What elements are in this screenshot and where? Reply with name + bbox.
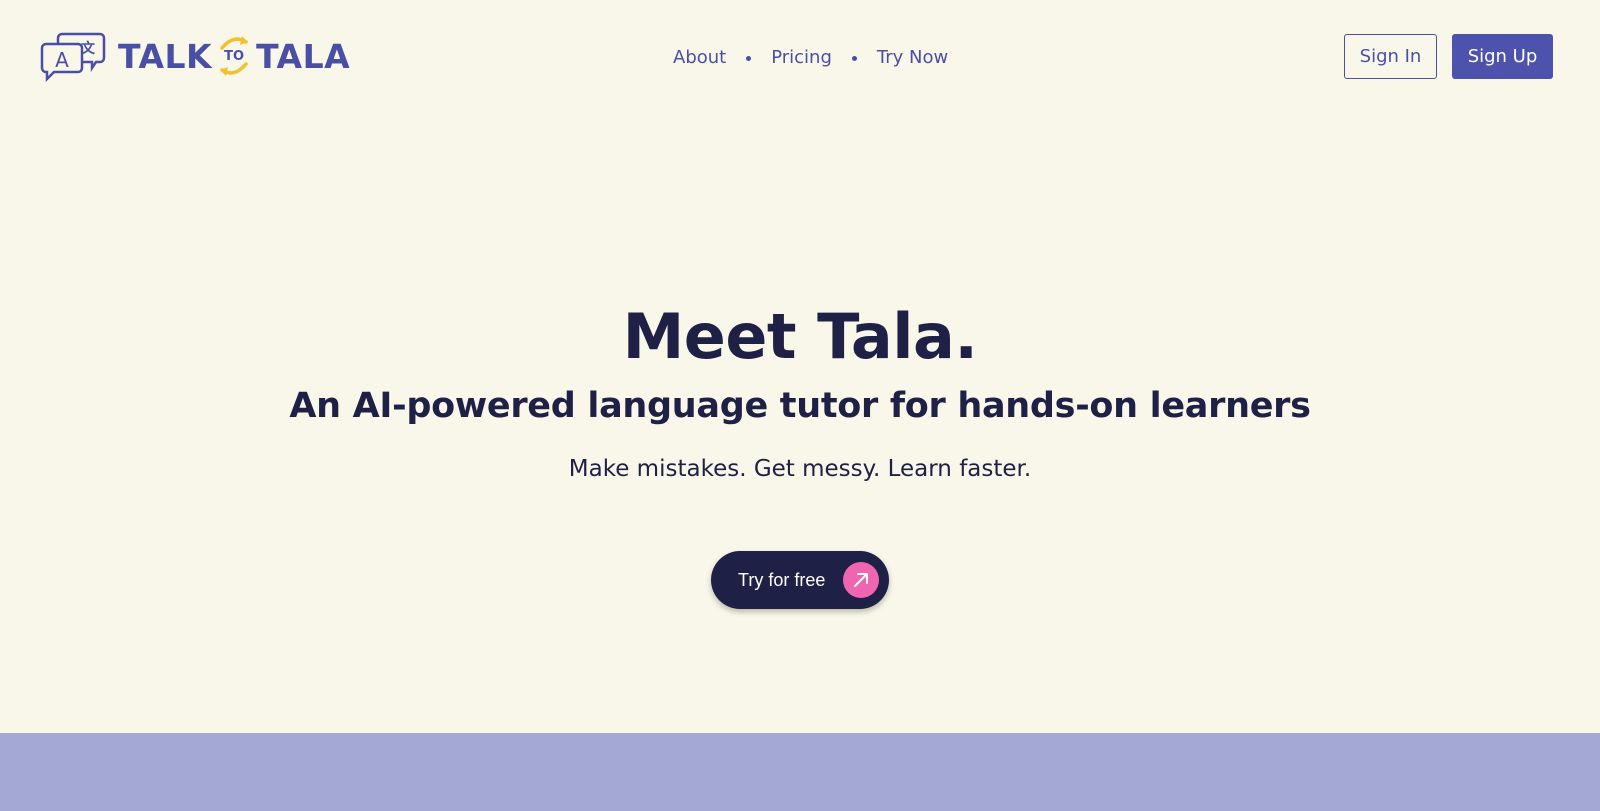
hero-tagline: Make mistakes. Get messy. Learn faster.: [568, 456, 1032, 482]
brand-logo[interactable]: A 文 TALK TO TALA: [40, 28, 350, 84]
next-section-band: [0, 733, 1600, 811]
nav-links: About Pricing Try Now: [673, 44, 948, 72]
hero-title: Meet Tala.: [622, 300, 978, 373]
sign-in-button[interactable]: Sign In: [1344, 34, 1437, 79]
try-for-free-button[interactable]: Try for free: [711, 551, 889, 609]
svg-text:文: 文: [81, 40, 96, 57]
nav-link-try-now[interactable]: Try Now: [877, 44, 948, 72]
nav-separator-dot: [851, 55, 857, 61]
brand-connector-text: TO: [224, 48, 245, 64]
brand-word-talk: TALK: [118, 36, 213, 76]
hero-subtitle: An AI-powered language tutor for hands-o…: [289, 386, 1311, 426]
arrow-up-right-icon: [843, 562, 879, 598]
nav-link-pricing[interactable]: Pricing: [771, 44, 832, 72]
brand-word-tala: TALA: [256, 36, 351, 76]
nav-separator-dot: [746, 55, 752, 61]
top-navigation: A 文 TALK TO TALA About Pricing Try Now S…: [0, 0, 1600, 114]
translate-chat-bubbles-icon: A 文: [40, 32, 106, 83]
nav-link-about[interactable]: About: [673, 44, 726, 72]
sign-up-button[interactable]: Sign Up: [1452, 34, 1553, 79]
svg-text:A: A: [55, 48, 69, 72]
brand-connector: TO: [212, 28, 256, 84]
cta-label: Try for free: [738, 569, 826, 590]
